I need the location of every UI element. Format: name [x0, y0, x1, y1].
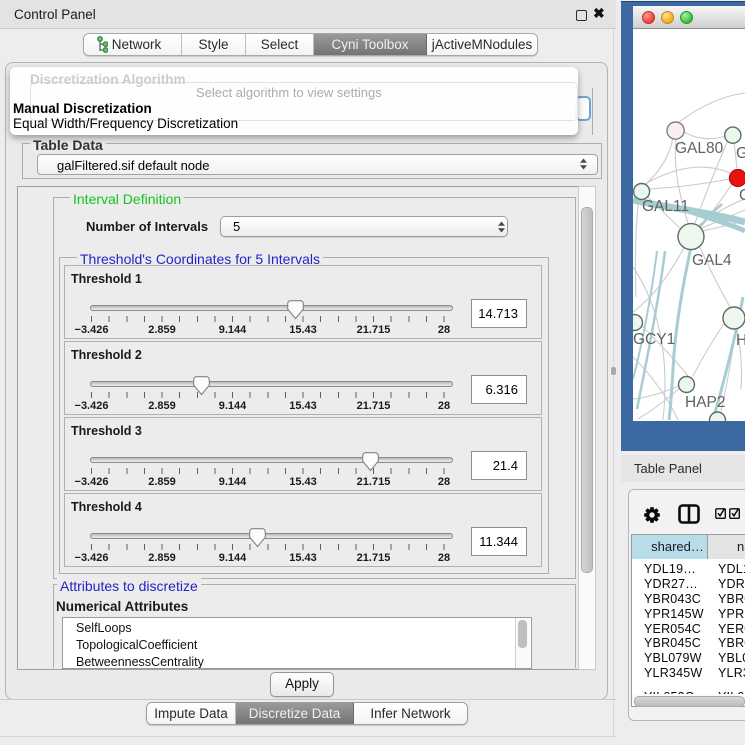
svg-text:GCY1: GCY1 [633, 331, 675, 348]
svg-text:GAL4: GAL4 [692, 252, 732, 269]
svg-text:GA: GA [736, 145, 745, 162]
svg-text:GAL80: GAL80 [675, 140, 724, 157]
svg-text:H: H [736, 332, 745, 349]
svg-text:C: C [739, 187, 745, 204]
svg-text:HAP2: HAP2 [685, 394, 726, 411]
svg-text:GAL11: GAL11 [642, 198, 689, 215]
